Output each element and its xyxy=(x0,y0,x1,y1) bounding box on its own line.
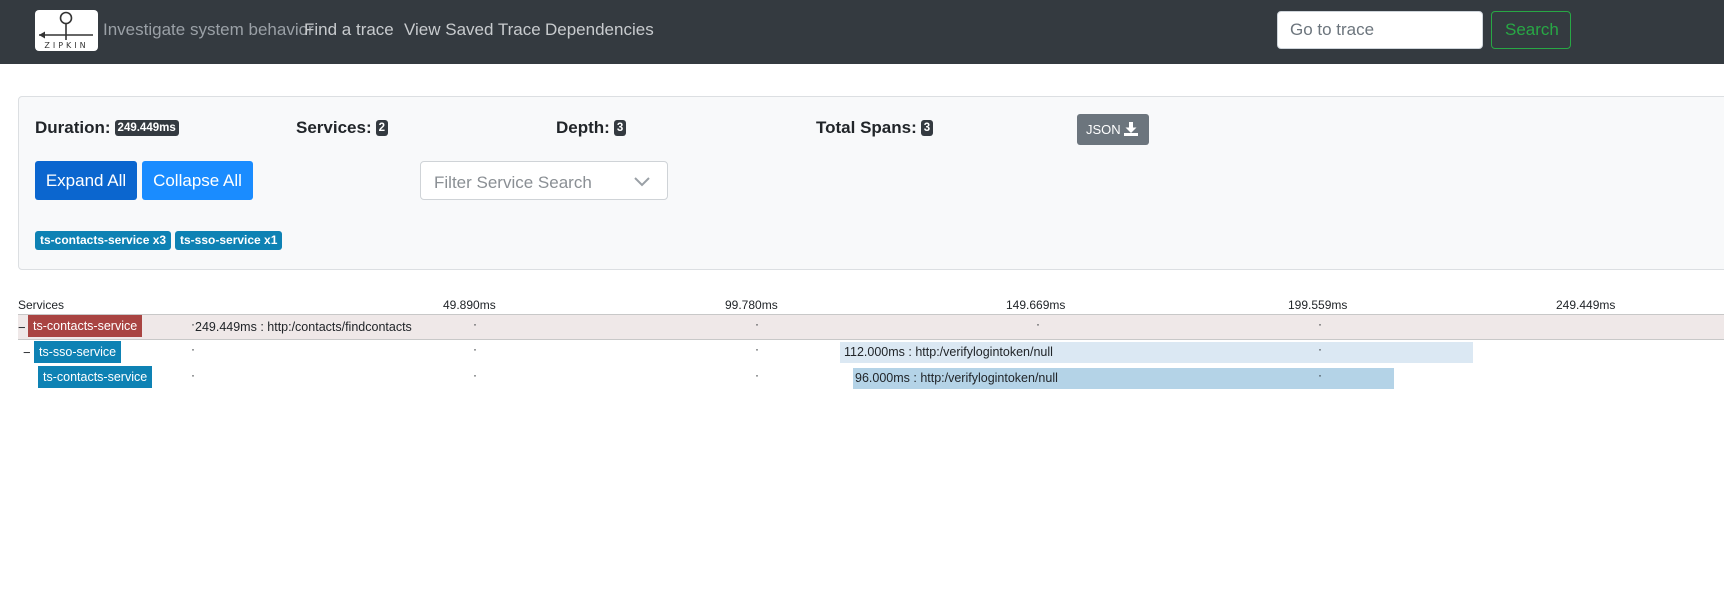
services-badge: 2 xyxy=(375,120,389,136)
services-label: Services: xyxy=(296,118,372,137)
collapse-toggle[interactable]: − xyxy=(18,320,26,335)
filter-service-select[interactable]: Filter Service Search xyxy=(420,161,668,200)
depth-label: Depth: xyxy=(556,118,610,137)
span-service-label: ts-contacts-service xyxy=(38,366,153,388)
span-row[interactable]: − ts-sso-service · · · 112.000ms : http:… xyxy=(18,340,1724,365)
zipkin-logo[interactable]: ZIPKIN xyxy=(35,10,98,51)
go-to-trace-input[interactable] xyxy=(1277,11,1483,49)
span-row[interactable]: ts-contacts-service · · · 96.000ms : htt… xyxy=(18,366,1724,391)
span-service-label: ts-sso-service xyxy=(34,341,122,363)
span-duration-text: 112.000ms : http:/verifylogintoken/null xyxy=(844,345,1053,359)
services-stat: Services: 2 xyxy=(296,118,389,138)
tick-marker: · xyxy=(473,317,477,331)
span-duration-text: 249.449ms : http:/contacts/findcontacts xyxy=(195,320,412,334)
trace-timeline: Services 49.890ms 99.780ms 149.669ms 199… xyxy=(0,296,1724,396)
tick-marker: · xyxy=(755,342,759,356)
tick-marker: · xyxy=(1318,317,1322,331)
tick-marker: · xyxy=(191,368,195,382)
duration-label: Duration: xyxy=(35,118,111,137)
timeline-tick: 149.669ms xyxy=(1006,298,1066,312)
nav-dependencies[interactable]: Dependencies xyxy=(545,20,654,40)
tick-marker: · xyxy=(473,368,477,382)
span-duration-text: 96.000ms : http:/verifylogintoken/null xyxy=(855,371,1058,385)
tick-marker: · xyxy=(1318,368,1322,382)
tick-marker: · xyxy=(473,342,477,356)
timeline-tick: 249.449ms xyxy=(1556,298,1616,312)
tick-marker: · xyxy=(191,342,195,356)
nav-view-saved-trace[interactable]: View Saved Trace xyxy=(404,20,541,40)
download-icon xyxy=(1124,122,1138,136)
chevron-down-icon xyxy=(634,177,650,187)
service-badge-contacts[interactable]: ts-contacts-service x3 xyxy=(35,231,172,250)
span-service-label: ts-contacts-service xyxy=(28,315,143,337)
service-badge-sso[interactable]: ts-sso-service x1 xyxy=(175,231,283,250)
services-column-header: Services xyxy=(18,298,65,312)
expand-all-button[interactable]: Expand All xyxy=(35,161,137,200)
timeline-tick: 199.559ms xyxy=(1288,298,1348,312)
duration-stat: Duration: 249.449ms xyxy=(35,118,179,138)
total-spans-badge: 3 xyxy=(920,120,934,136)
total-spans-label: Total Spans: xyxy=(816,118,917,137)
search-button[interactable]: Search xyxy=(1491,11,1571,49)
collapse-toggle[interactable]: − xyxy=(23,345,31,360)
timeline-tick: 99.780ms xyxy=(725,298,778,312)
json-button-label: JSON xyxy=(1086,122,1121,137)
duration-badge: 249.449ms xyxy=(114,120,179,136)
nav-find-trace[interactable]: Find a trace xyxy=(304,20,394,40)
trace-summary-panel: Duration: 249.449ms Services: 2 Depth: 3 To… xyxy=(18,96,1724,270)
span-row[interactable]: − ts-contacts-service · 249.449ms : http… xyxy=(18,315,1724,340)
logo-wordmark: ZIPKIN xyxy=(44,41,89,50)
depth-stat: Depth: 3 xyxy=(556,118,627,138)
json-download-button[interactable]: JSON xyxy=(1077,114,1149,145)
top-navbar: ZIPKIN Investigate system behavior Find … xyxy=(0,0,1724,64)
tick-marker: · xyxy=(1036,317,1040,331)
collapse-all-button[interactable]: Collapse All xyxy=(142,161,253,200)
total-spans-stat: Total Spans: 3 xyxy=(816,118,934,138)
timeline-tick: 49.890ms xyxy=(443,298,496,312)
tick-marker: · xyxy=(755,368,759,382)
depth-badge: 3 xyxy=(613,120,627,136)
tick-marker: · xyxy=(755,317,759,331)
filter-service-placeholder: Filter Service Search xyxy=(434,173,592,192)
tick-marker: · xyxy=(1318,342,1322,356)
navbar-tagline: Investigate system behavior xyxy=(103,20,314,39)
